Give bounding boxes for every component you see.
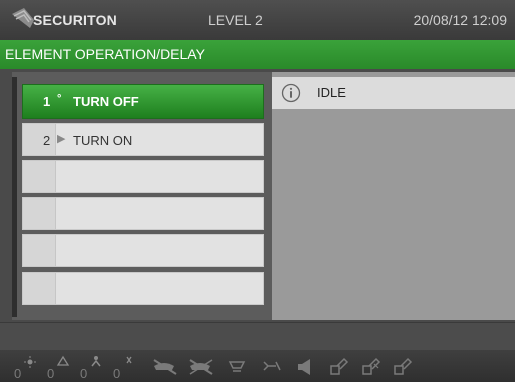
bottom-status-bar: 0 0 0 0 bbox=[0, 350, 515, 382]
main-area: 1 ° TURN OFF 2 ▶ TURN ON IDLE bbox=[0, 69, 515, 322]
person-icon[interactable]: 0 bbox=[76, 354, 110, 380]
operation-label: TURN ON bbox=[73, 133, 133, 148]
row-stub bbox=[23, 198, 56, 229]
operation-item-turn-on[interactable]: 2 ▶ TURN ON bbox=[22, 123, 264, 156]
row-stub bbox=[23, 235, 56, 266]
play-arrow-icon: ▶ bbox=[57, 133, 66, 145]
svg-text:0: 0 bbox=[47, 366, 54, 380]
selected-marker: ° bbox=[57, 93, 62, 105]
operation-item-empty[interactable] bbox=[22, 272, 264, 305]
tool-icon[interactable]: 0 bbox=[109, 354, 143, 380]
operation-number: 1 bbox=[43, 94, 51, 109]
detector-off-icon[interactable] bbox=[148, 354, 182, 380]
operation-item-empty[interactable] bbox=[22, 197, 264, 230]
operation-label: TURN OFF bbox=[73, 94, 139, 109]
brand-name: SECURITON bbox=[33, 12, 117, 28]
counter: 0 bbox=[14, 366, 21, 380]
row-stub bbox=[23, 273, 56, 304]
sprinkler-icon[interactable] bbox=[254, 354, 288, 380]
date-time: 20/08/12 12:09 bbox=[413, 12, 507, 28]
key-lock-icon[interactable] bbox=[354, 354, 388, 380]
operation-item-empty[interactable] bbox=[22, 234, 264, 267]
operation-item-turn-off[interactable]: 1 ° TURN OFF bbox=[22, 84, 264, 119]
top-bar: SECURITON LEVEL 2 20/08/12 12:09 bbox=[0, 0, 515, 40]
status-row: IDLE bbox=[272, 77, 515, 109]
info-icon bbox=[281, 83, 301, 103]
svg-text:0: 0 bbox=[80, 366, 87, 380]
list-scroll-rail[interactable] bbox=[12, 77, 17, 317]
row-stub bbox=[23, 124, 56, 155]
status-panel: IDLE bbox=[272, 72, 515, 320]
detector-crossed-icon[interactable] bbox=[184, 354, 218, 380]
access-level: LEVEL 2 bbox=[208, 12, 263, 28]
sun-icon[interactable]: 0 bbox=[10, 354, 44, 380]
operation-number: 2 bbox=[43, 133, 51, 148]
message-strip bbox=[0, 322, 515, 351]
operation-item-empty[interactable] bbox=[22, 160, 264, 193]
svg-text:0: 0 bbox=[113, 366, 120, 380]
warning-triangle-icon[interactable]: 0 bbox=[43, 354, 77, 380]
status-text: IDLE bbox=[317, 85, 346, 100]
speaker-icon[interactable] bbox=[288, 354, 322, 380]
bell-icon[interactable] bbox=[220, 354, 254, 380]
key-lock-icon[interactable] bbox=[386, 354, 420, 380]
key-lock-icon[interactable] bbox=[322, 354, 356, 380]
page-title: ELEMENT OPERATION/DELAY bbox=[0, 40, 515, 69]
row-stub bbox=[23, 161, 56, 192]
